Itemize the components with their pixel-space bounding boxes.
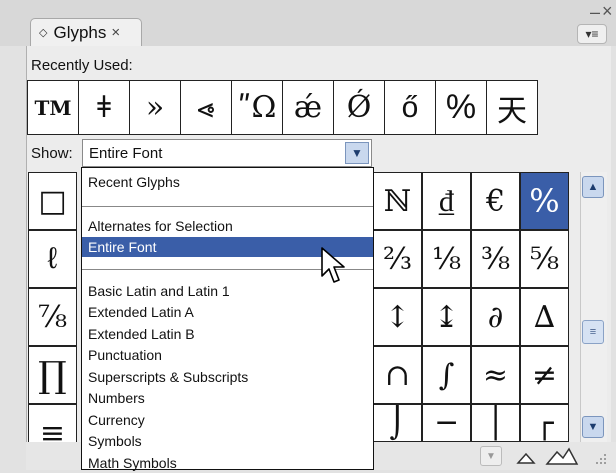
glyph-cell[interactable]: € bbox=[471, 172, 520, 230]
tab-glyphs[interactable]: ◇ Glyphs × bbox=[30, 18, 142, 46]
recent-glyph[interactable]: Ǿ bbox=[334, 81, 385, 135]
dropdown-item-math-symbols[interactable]: Math Symbols bbox=[82, 453, 373, 473]
recent-glyph[interactable]: ʺΩ bbox=[232, 81, 283, 135]
large-mountain-icon[interactable] bbox=[545, 446, 579, 466]
recent-glyph[interactable]: ⩹ bbox=[181, 81, 232, 135]
recent-glyph[interactable]: » bbox=[130, 81, 181, 135]
dropdown-item-extended-latin-a[interactable]: Extended Latin A bbox=[82, 302, 373, 322]
scroll-thumb[interactable]: ≡ bbox=[582, 320, 604, 344]
dropdown-item-currency[interactable]: Currency bbox=[82, 410, 373, 430]
tab-title: Glyphs bbox=[53, 22, 107, 42]
dropdown-separator bbox=[82, 206, 373, 207]
recent-glyph[interactable]: % bbox=[436, 81, 487, 135]
show-select-value: Entire Font bbox=[89, 144, 163, 162]
close-window-button[interactable]: × bbox=[602, 2, 613, 20]
glyph-cell[interactable]: ⅔ bbox=[373, 230, 422, 288]
glyph-cell[interactable]: ℓ bbox=[28, 230, 77, 288]
dropdown-item-alternates[interactable]: Alternates for Selection bbox=[82, 216, 373, 236]
glyph-cell[interactable]: ≈ bbox=[471, 346, 520, 404]
show-select[interactable]: Entire Font bbox=[82, 139, 372, 167]
glyph-cell[interactable]: ⌡ bbox=[373, 404, 422, 442]
tab-close-button[interactable]: × bbox=[111, 24, 120, 41]
glyph-cell[interactable]: ∫ bbox=[422, 346, 471, 404]
dropdown-item-punctuation[interactable]: Punctuation bbox=[82, 345, 373, 365]
vertical-scrollbar[interactable] bbox=[580, 172, 607, 442]
dropdown-item-extended-latin-b[interactable]: Extended Latin B bbox=[82, 324, 373, 344]
recent-glyphs-row: TM ǂ » ⩹ ʺΩ ǽ Ǿ ő % 天 bbox=[27, 80, 538, 135]
glyph-cell[interactable]: ∩ bbox=[373, 346, 422, 404]
recent-glyph[interactable]: TM bbox=[28, 81, 79, 135]
glyph-cell[interactable]: ℕ bbox=[373, 172, 422, 230]
recently-used-label: Recently Used: bbox=[31, 57, 133, 74]
chevron-down-icon[interactable]: ▼ bbox=[345, 142, 369, 164]
glyph-cell[interactable]: ⅝ bbox=[520, 230, 569, 288]
glyph-cell[interactable]: ─ bbox=[422, 404, 471, 442]
glyph-cell[interactable]: ┌ bbox=[520, 404, 569, 442]
recent-glyph[interactable]: 天 bbox=[487, 81, 538, 135]
dropdown-item-symbols[interactable]: Symbols bbox=[82, 431, 373, 451]
glyph-cell[interactable]: ↕ bbox=[373, 288, 422, 346]
scroll-up-icon[interactable]: ▲ bbox=[582, 176, 604, 198]
chevron-down-icon[interactable]: ▼ bbox=[480, 446, 502, 466]
glyph-cell[interactable]: □ bbox=[28, 172, 77, 230]
dropdown-item-super-subscripts[interactable]: Superscripts & Subscripts bbox=[82, 367, 373, 387]
glyph-cell[interactable]: ₫ bbox=[422, 172, 471, 230]
show-dropdown-list: Recent Glyphs Alternates for Selection E… bbox=[81, 167, 374, 473]
glyph-cell[interactable]: ⅞ bbox=[28, 288, 77, 346]
recent-glyph[interactable]: ǂ bbox=[79, 81, 130, 135]
glyph-cell[interactable]: ↨ bbox=[422, 288, 471, 346]
recent-glyph[interactable]: ő bbox=[385, 81, 436, 135]
dropdown-item-numbers[interactable]: Numbers bbox=[82, 388, 373, 408]
scroll-down-icon[interactable]: ▼ bbox=[582, 416, 604, 438]
minimize-button[interactable]: – bbox=[590, 3, 600, 21]
glyph-cell[interactable]: ⅛ bbox=[422, 230, 471, 288]
glyph-cell[interactable]: ∏ bbox=[28, 346, 77, 404]
glyph-cell[interactable]: │ bbox=[471, 404, 520, 442]
glyph-cell-selected[interactable]: % bbox=[520, 172, 569, 230]
glyph-cell[interactable]: ⅜ bbox=[471, 230, 520, 288]
diamond-icon: ◇ bbox=[39, 27, 48, 39]
pointer-cursor-icon bbox=[321, 247, 345, 283]
glyph-cell[interactable]: ∂ bbox=[471, 288, 520, 346]
resize-grip-icon[interactable] bbox=[592, 452, 608, 466]
dropdown-item-recent-glyphs[interactable]: Recent Glyphs bbox=[82, 172, 373, 192]
panel-menu-button[interactable]: ▾≡ bbox=[577, 24, 607, 44]
recent-glyph[interactable]: ǽ bbox=[283, 81, 334, 135]
show-label: Show: bbox=[31, 145, 73, 162]
glyph-cell[interactable]: ≠ bbox=[520, 346, 569, 404]
small-mountain-icon[interactable] bbox=[515, 449, 537, 465]
glyph-cell[interactable]: ∆ bbox=[520, 288, 569, 346]
